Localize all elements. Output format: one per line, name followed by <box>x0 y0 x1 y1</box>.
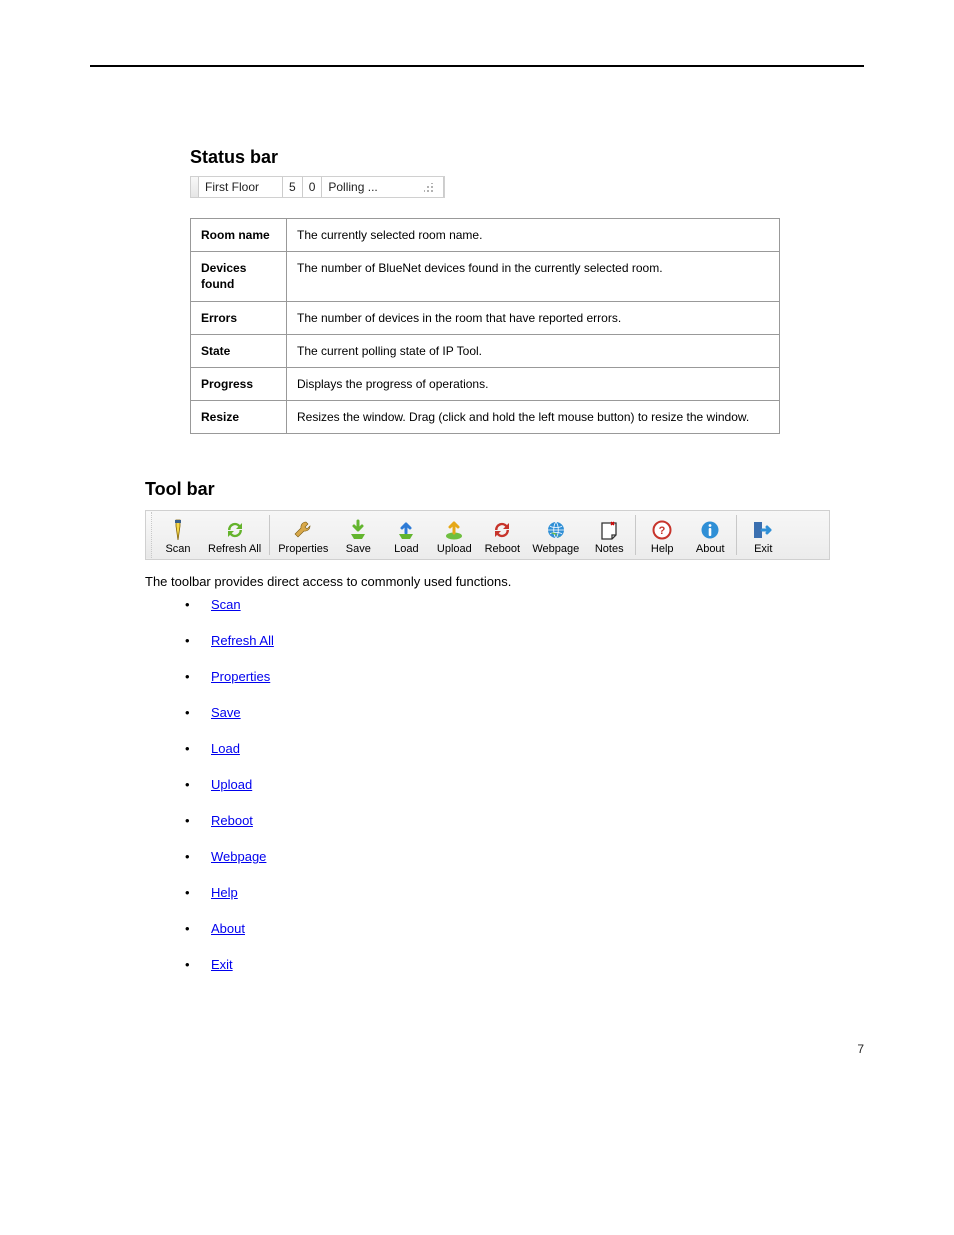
button-label: Refresh All <box>208 543 261 555</box>
cell-val: Displays the progress of operations. <box>287 367 780 400</box>
help-icon: ? <box>649 518 675 541</box>
toolbar-description: The toolbar provides direct access to co… <box>145 574 825 589</box>
cell-val: The current polling state of IP Tool. <box>287 334 780 367</box>
button-label: Load <box>394 543 418 555</box>
status-devices-found: 5 <box>283 177 303 197</box>
save-button[interactable]: Save <box>334 512 382 558</box>
properties-button[interactable]: Properties <box>272 512 334 558</box>
wrench-icon <box>290 518 316 541</box>
button-label: Reboot <box>485 543 520 555</box>
button-label: Exit <box>754 543 772 555</box>
toolbar-grip <box>146 512 152 558</box>
button-label: Save <box>346 543 371 555</box>
toolbar-links-list: Scan Refresh All Properties Save Load Up… <box>185 597 864 972</box>
upload-icon <box>393 518 419 541</box>
button-label: Upload <box>437 543 472 555</box>
toolbar-separator <box>635 515 636 555</box>
cell-key: State <box>191 334 287 367</box>
table-row: StateThe current polling state of IP Too… <box>191 334 780 367</box>
link-reboot[interactable]: Reboot <box>211 813 253 828</box>
cell-val: The number of BlueNet devices found in t… <box>287 252 780 301</box>
link-exit[interactable]: Exit <box>211 957 233 972</box>
reboot-button[interactable]: Reboot <box>478 512 526 558</box>
exit-icon <box>750 518 776 541</box>
refresh-all-button[interactable]: Refresh All <box>202 512 267 558</box>
cycle-icon <box>489 518 515 541</box>
status-bar: First Floor 5 0 Polling ... <box>190 176 445 198</box>
load-button[interactable]: Load <box>382 512 430 558</box>
cell-val: The currently selected room name. <box>287 219 780 252</box>
toolbar-title: Tool bar <box>145 479 864 500</box>
status-bar-info-table: Room nameThe currently selected room nam… <box>190 218 780 434</box>
status-bar-title: Status bar <box>190 147 864 168</box>
globe-icon <box>543 518 569 541</box>
table-row: Devices foundThe number of BlueNet devic… <box>191 252 780 301</box>
cell-key: Devices found <box>191 252 287 301</box>
svg-text:?: ? <box>659 525 666 537</box>
list-item: Webpage <box>185 849 864 864</box>
cell-val: The number of devices in the room that h… <box>287 301 780 334</box>
link-upload[interactable]: Upload <box>211 777 252 792</box>
button-label: Help <box>651 543 674 555</box>
list-item: About <box>185 921 864 936</box>
help-button[interactable]: ? Help <box>638 512 686 558</box>
resize-grip-icon[interactable] <box>421 180 435 194</box>
exit-button[interactable]: Exit <box>739 512 787 558</box>
link-properties[interactable]: Properties <box>211 669 270 684</box>
upload-cloud-icon <box>441 518 467 541</box>
toolbar-separator <box>736 515 737 555</box>
link-load[interactable]: Load <box>211 741 240 756</box>
info-icon <box>697 518 723 541</box>
flashlight-icon <box>165 518 191 541</box>
status-state-text: Polling ... <box>328 180 377 194</box>
list-item: Refresh All <box>185 633 864 648</box>
page-footer: 7 <box>90 1042 864 1056</box>
scan-button[interactable]: Scan <box>154 512 202 558</box>
refresh-icon <box>222 518 248 541</box>
button-label: Properties <box>278 543 328 555</box>
upload-button[interactable]: Upload <box>430 512 478 558</box>
status-room: First Floor <box>199 177 283 197</box>
download-icon <box>345 518 371 541</box>
status-bar-grip <box>191 177 199 197</box>
button-label: About <box>696 543 725 555</box>
cell-key: Resize <box>191 401 287 434</box>
webpage-button[interactable]: Webpage <box>526 512 585 558</box>
table-row: Room nameThe currently selected room nam… <box>191 219 780 252</box>
table-row: ProgressDisplays the progress of operati… <box>191 367 780 400</box>
link-about[interactable]: About <box>211 921 245 936</box>
list-item: Exit <box>185 957 864 972</box>
link-scan[interactable]: Scan <box>211 597 241 612</box>
button-label: Scan <box>165 543 190 555</box>
status-errors: 0 <box>303 177 323 197</box>
cell-key: Errors <box>191 301 287 334</box>
button-label: Notes <box>595 543 624 555</box>
toolbar-separator <box>269 515 270 555</box>
note-icon <box>596 518 622 541</box>
list-item: Scan <box>185 597 864 612</box>
cell-key: Progress <box>191 367 287 400</box>
list-item: Load <box>185 741 864 756</box>
status-state: Polling ... <box>322 177 444 197</box>
list-item: Save <box>185 705 864 720</box>
cell-val: Resizes the window. Drag (click and hold… <box>287 401 780 434</box>
toolbar: Scan Refresh All Properties Save L <box>145 510 830 560</box>
list-item: Help <box>185 885 864 900</box>
list-item: Properties <box>185 669 864 684</box>
about-button[interactable]: About <box>686 512 734 558</box>
link-save[interactable]: Save <box>211 705 241 720</box>
notes-button[interactable]: Notes <box>585 512 633 558</box>
table-row: ErrorsThe number of devices in the room … <box>191 301 780 334</box>
list-item: Reboot <box>185 813 864 828</box>
cell-key: Room name <box>191 219 287 252</box>
page-number: 7 <box>857 1042 864 1056</box>
link-help[interactable]: Help <box>211 885 238 900</box>
header-rule <box>90 65 864 67</box>
table-row: ResizeResizes the window. Drag (click an… <box>191 401 780 434</box>
link-refresh-all[interactable]: Refresh All <box>211 633 274 648</box>
list-item: Upload <box>185 777 864 792</box>
button-label: Webpage <box>532 543 579 555</box>
link-webpage[interactable]: Webpage <box>211 849 266 864</box>
